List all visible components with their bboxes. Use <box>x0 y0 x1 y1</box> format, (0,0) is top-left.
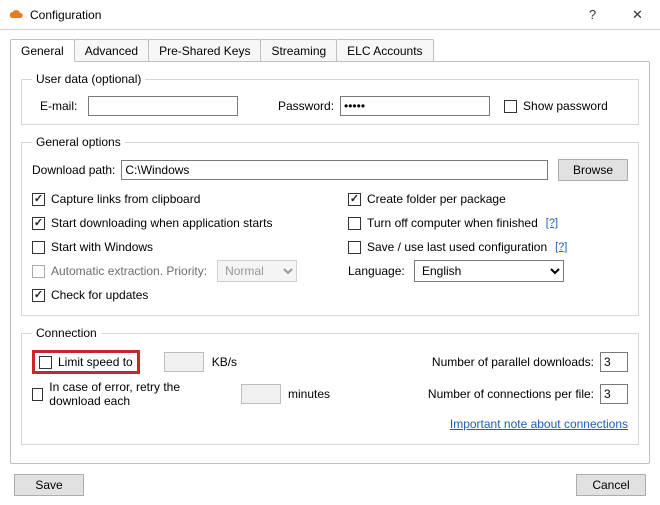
reuse-config-checkbox[interactable]: Save / use last used configuration <box>348 240 547 254</box>
userdata-legend: User data (optional) <box>32 72 145 86</box>
capture-clipboard-label: Capture links from clipboard <box>51 192 200 206</box>
autostart-checkbox[interactable]: Start downloading when application start… <box>32 216 272 230</box>
check-updates-checkbox[interactable]: Check for updates <box>32 288 148 302</box>
general-options-group: General options Download path: Browse Ca… <box>21 135 639 316</box>
userdata-group: User data (optional) E-mail: Password: S… <box>21 72 639 125</box>
show-password-label: Show password <box>523 99 608 113</box>
save-button[interactable]: Save <box>14 474 84 496</box>
retry-checkbox[interactable]: In case of error, retry the download eac… <box>32 380 231 408</box>
auto-extract-checkbox[interactable]: Automatic extraction. Priority: <box>32 264 207 278</box>
capture-clipboard-checkbox[interactable]: Capture links from clipboard <box>32 192 200 206</box>
parallel-downloads-input[interactable] <box>600 352 628 372</box>
start-windows-label: Start with Windows <box>51 240 153 254</box>
checkbox-icon <box>348 241 361 254</box>
window-title: Configuration <box>30 8 101 22</box>
download-path-input[interactable] <box>121 160 548 180</box>
minutes-label: minutes <box>288 387 330 401</box>
language-select[interactable]: English <box>414 260 564 282</box>
connections-per-file-input[interactable] <box>600 384 628 404</box>
titlebar: Configuration ? ✕ <box>0 0 660 30</box>
checkbox-icon <box>348 217 361 230</box>
connection-group: Connection Limit speed to KB/s <box>21 326 639 445</box>
email-label: E-mail: <box>32 99 82 113</box>
checkbox-icon <box>32 217 45 230</box>
dialog-footer: Save Cancel <box>0 465 660 505</box>
checkbox-icon <box>348 193 361 206</box>
general-options-legend: General options <box>32 135 125 149</box>
poweroff-checkbox[interactable]: Turn off computer when finished <box>348 216 538 230</box>
checkbox-icon <box>32 241 45 254</box>
kbs-label: KB/s <box>212 355 237 369</box>
cancel-button[interactable]: Cancel <box>576 474 646 496</box>
email-input[interactable] <box>88 96 238 116</box>
help-link-reuse[interactable]: [?] <box>555 241 567 253</box>
priority-select[interactable]: Normal <box>217 260 297 282</box>
reuse-config-label: Save / use last used configuration <box>367 240 547 254</box>
connection-legend: Connection <box>32 326 101 340</box>
limit-speed-highlight: Limit speed to <box>32 350 140 374</box>
retry-label: In case of error, retry the download eac… <box>49 380 231 408</box>
app-icon <box>8 7 24 23</box>
language-label: Language: <box>348 264 408 278</box>
limit-speed-checkbox[interactable]: Limit speed to <box>39 355 133 369</box>
connections-per-file-label: Number of connections per file: <box>428 387 594 401</box>
folder-per-package-checkbox[interactable]: Create folder per package <box>348 192 506 206</box>
tab-panel-general: User data (optional) E-mail: Password: S… <box>10 61 650 464</box>
download-path-label: Download path: <box>32 163 115 177</box>
password-input[interactable] <box>340 96 490 116</box>
limit-speed-input[interactable] <box>164 352 204 372</box>
checkbox-icon <box>504 100 517 113</box>
check-updates-label: Check for updates <box>51 288 148 302</box>
show-password-checkbox[interactable]: Show password <box>504 99 608 113</box>
tab-elc[interactable]: ELC Accounts <box>336 39 433 62</box>
poweroff-label: Turn off computer when finished <box>367 216 538 230</box>
connections-note-link[interactable]: Important note about connections <box>450 417 628 431</box>
close-button[interactable]: ✕ <box>615 0 660 30</box>
tab-preshared[interactable]: Pre-Shared Keys <box>148 39 261 62</box>
tab-bar: General Advanced Pre-Shared Keys Streami… <box>10 38 650 61</box>
autostart-label: Start downloading when application start… <box>51 216 272 230</box>
start-windows-checkbox[interactable]: Start with Windows <box>32 240 153 254</box>
help-button[interactable]: ? <box>570 0 615 30</box>
parallel-downloads-label: Number of parallel downloads: <box>432 355 594 369</box>
password-label: Password: <box>278 99 334 113</box>
checkbox-icon <box>32 265 45 278</box>
limit-speed-label: Limit speed to <box>58 355 133 369</box>
tab-streaming[interactable]: Streaming <box>260 39 337 62</box>
checkbox-icon <box>32 388 43 401</box>
checkbox-icon <box>39 356 52 369</box>
tab-advanced[interactable]: Advanced <box>74 39 149 62</box>
tab-general[interactable]: General <box>10 39 75 62</box>
folder-per-package-label: Create folder per package <box>367 192 506 206</box>
retry-minutes-input[interactable] <box>241 384 281 404</box>
checkbox-icon <box>32 193 45 206</box>
browse-button[interactable]: Browse <box>558 159 628 181</box>
help-link-poweroff[interactable]: [?] <box>546 217 558 229</box>
checkbox-icon <box>32 289 45 302</box>
auto-extract-label: Automatic extraction. Priority: <box>51 264 207 278</box>
